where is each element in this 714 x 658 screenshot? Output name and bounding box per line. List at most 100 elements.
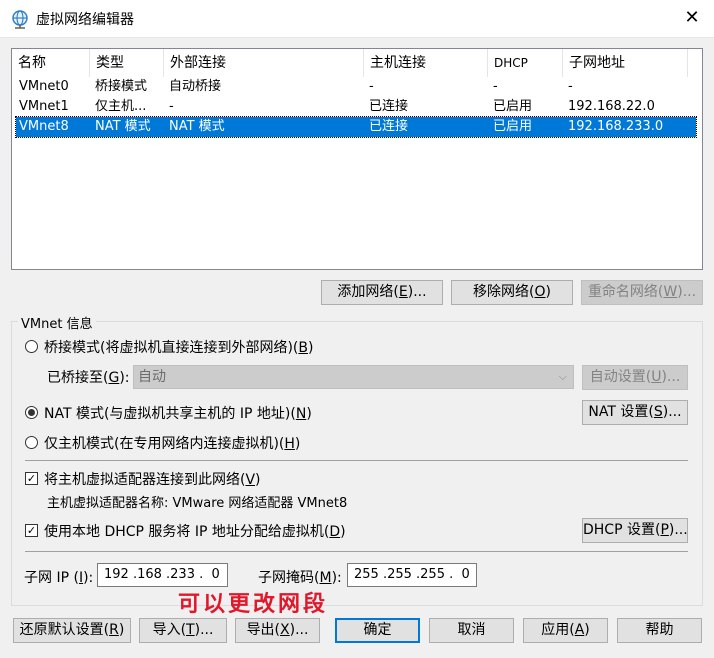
use-dhcp-label[interactable]: 使用本地 DHCP 服务将 IP 地址分配给虚拟机(D) [44, 521, 346, 541]
bridge-mode-label[interactable]: 桥接模式(将虚拟机直接连接到外部网络)(B) [44, 337, 313, 357]
cell-name: VMnet8 [19, 119, 69, 134]
table-row[interactable]: VMnet0 桥接模式 自动桥接 - - - [16, 77, 696, 97]
column-header-external[interactable]: 外部连接 [164, 49, 364, 77]
subnet-ip-input[interactable]: 192 .168 .233 . 0 [97, 563, 228, 587]
bridged-to-label: 已桥接至(G): [47, 367, 130, 387]
network-globe-icon [12, 10, 28, 29]
cell-external: 自动桥接 [169, 79, 222, 94]
label: 桥接模式(将虚拟机直接连接到外部网络)( [44, 340, 299, 356]
bridge-mode-radio[interactable] [25, 340, 38, 353]
check-mark-icon: ✓ [26, 524, 37, 537]
accel-key: H [284, 436, 295, 452]
close-icon[interactable]: ✕ [680, 6, 704, 30]
label-suffix: ) [306, 406, 312, 422]
label: 还原默认设置( [19, 622, 110, 638]
table-row[interactable]: VMnet1 仅主机... - 已连接 已启用 192.168.22.0 [16, 97, 696, 117]
label-suffix: )... [661, 369, 681, 385]
import-button[interactable]: 导入(T)... [139, 618, 227, 643]
accel-key: R [109, 622, 119, 638]
remove-network-button[interactable]: 移除网络(O) [451, 280, 573, 305]
label: 导入( [152, 622, 187, 638]
cell-subnet: 192.168.233.0 [568, 119, 664, 134]
column-header-host[interactable]: 主机连接 [364, 49, 488, 77]
rename-network-button[interactable]: 重命名网络(W)... [581, 280, 703, 305]
auto-settings-button[interactable]: 自动设置(U)... [582, 365, 688, 390]
cell-type: 桥接模式 [95, 79, 148, 94]
accel-key: P [660, 522, 669, 538]
column-header-dhcp[interactable]: DHCP [488, 49, 563, 77]
label: 仅主机模式(在专用网络内连接虚拟机)( [44, 436, 285, 452]
add-network-button[interactable]: 添加网络(E)... [321, 280, 443, 305]
connect-adapter-label[interactable]: 将主机虚拟适配器连接到此网络(V) [44, 469, 261, 489]
label: 移除网络( [473, 284, 535, 300]
ok-button[interactable]: 确定 [335, 618, 420, 643]
divider [25, 551, 688, 552]
cancel-button[interactable]: 取消 [429, 618, 514, 643]
connect-adapter-checkbox[interactable]: ✓ [25, 472, 38, 485]
label: 使用本地 DHCP 服务将 IP 地址分配给虚拟机( [44, 524, 330, 540]
label: 子网掩码( [258, 570, 320, 586]
column-header-name[interactable]: 名称 [12, 49, 90, 77]
label-suffix: )... [194, 622, 214, 638]
accel-key: M [319, 570, 332, 586]
cell-host: 已连接 [369, 99, 409, 114]
label-suffix: ) [584, 622, 590, 638]
cell-external: - [169, 99, 174, 114]
export-button[interactable]: 导出(X)... [235, 618, 320, 643]
accel-key: A [574, 622, 585, 638]
adapter-name-text: 主机虚拟适配器名称: VMware 网络适配器 VMnet8 [47, 496, 348, 511]
label-suffix: ) [308, 340, 314, 356]
host-only-label[interactable]: 仅主机模式(在专用网络内连接虚拟机)(H) [44, 433, 300, 453]
network-list[interactable]: 名称 类型 外部连接 主机连接 DHCP 子网地址 VMnet0 桥接模式 自动… [11, 48, 703, 270]
column-header-subnet[interactable]: 子网地址 [563, 49, 688, 77]
label-suffix: ) [545, 284, 551, 300]
apply-button[interactable]: 应用(A) [523, 618, 608, 643]
cell-host: 已连接 [369, 119, 409, 134]
cell-dhcp: 已启用 [493, 99, 533, 114]
subnet-ip-label: 子网 IP (I): [24, 567, 93, 587]
label-suffix: )... [407, 284, 427, 300]
host-only-radio[interactable] [25, 436, 38, 449]
accel-key: D [329, 524, 341, 540]
dhcp-settings-button[interactable]: DHCP 设置(P)... [582, 518, 688, 543]
subnet-mask-input[interactable]: 255 .255 .255 . 0 [347, 563, 477, 587]
cell-type: NAT 模式 [95, 119, 151, 134]
nat-mode-radio[interactable] [25, 406, 38, 419]
label-suffix: )... [677, 284, 697, 300]
nat-settings-button[interactable]: NAT 设置(S)... [582, 400, 688, 425]
label: DHCP 设置( [583, 522, 661, 538]
accel-key: G [108, 370, 120, 386]
label: 重命名网络( [587, 284, 664, 300]
table-row-selected[interactable]: VMnet8 NAT 模式 NAT 模式 已连接 已启用 192.168.233… [15, 116, 697, 138]
label: NAT 设置( [588, 404, 654, 420]
cell-dhcp: - [493, 79, 498, 94]
column-header-type[interactable]: 类型 [90, 49, 164, 77]
label: 自动设置( [589, 369, 652, 385]
accel-key: O [534, 284, 546, 300]
label-suffix: ): [119, 370, 130, 386]
label: 导出( [246, 622, 281, 638]
use-dhcp-checkbox[interactable]: ✓ [25, 524, 38, 537]
restore-defaults-button[interactable]: 还原默认设置(R) [13, 618, 131, 643]
label: 应用( [541, 622, 575, 638]
label-suffix: )... [668, 522, 688, 538]
help-button[interactable]: 帮助 [617, 618, 702, 643]
list-header: 名称 类型 外部连接 主机连接 DHCP 子网地址 [12, 49, 702, 77]
bridged-to-select[interactable]: 自动 ⌵ [133, 365, 574, 389]
cell-name: VMnet0 [19, 79, 69, 94]
accel-key: X [280, 622, 290, 638]
accel-key: T [186, 622, 195, 638]
accel-key: W [663, 284, 678, 300]
label: 添加网络( [337, 284, 399, 300]
cell-external: NAT 模式 [169, 119, 225, 134]
label-suffix: ) [255, 472, 261, 488]
label-suffix: ): [331, 570, 342, 586]
cell-name: VMnet1 [19, 99, 69, 114]
window-title: 虚拟网络编辑器 [36, 12, 134, 28]
cell-host: - [369, 79, 374, 94]
divider [25, 460, 688, 461]
nat-mode-label[interactable]: NAT 模式(与虚拟机共享主机的 IP 地址)(N) [44, 403, 312, 423]
cell-dhcp: 已启用 [493, 119, 533, 134]
label: 已桥接至( [47, 370, 109, 386]
check-mark-icon: ✓ [26, 472, 37, 485]
